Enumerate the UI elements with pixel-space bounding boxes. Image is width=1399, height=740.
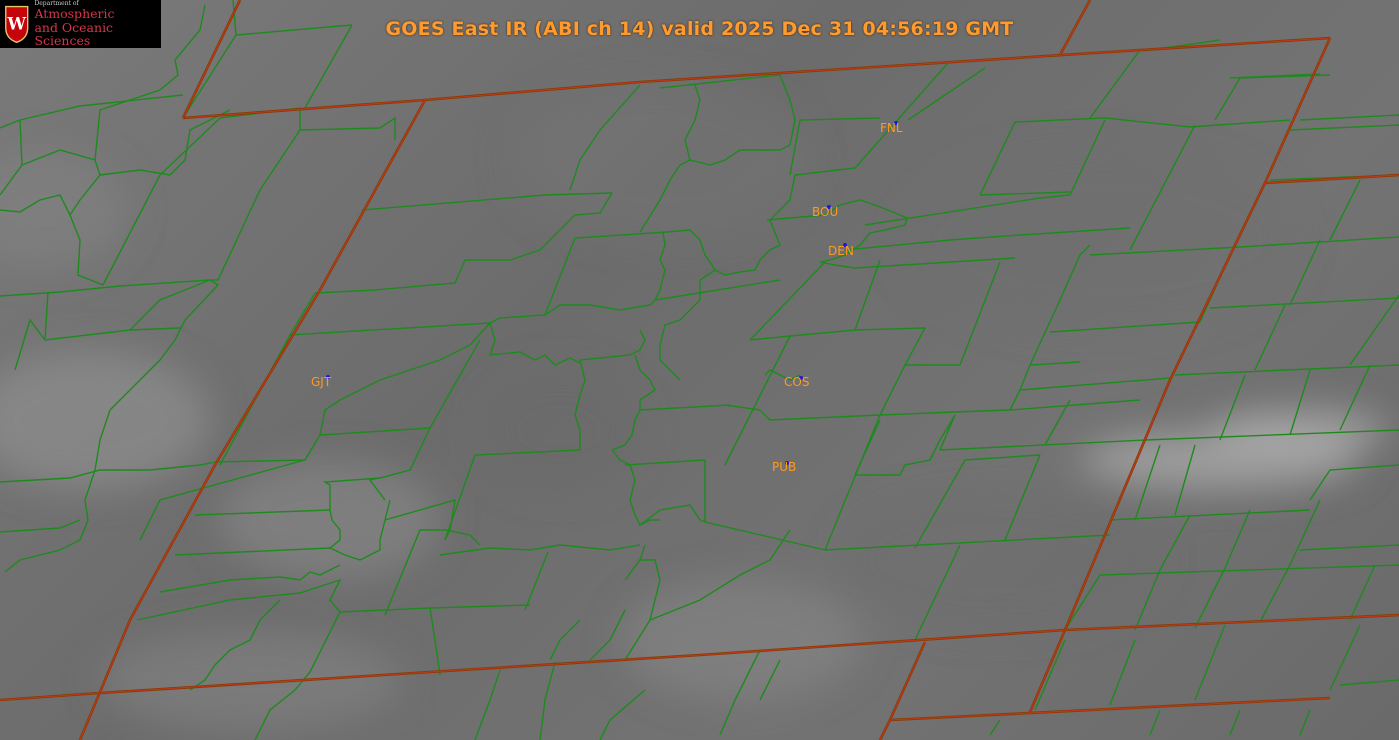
station-gjt[interactable]: GJT (311, 375, 332, 389)
station-cos-label: COS (784, 375, 809, 389)
station-bou-label: BOU (812, 205, 838, 219)
station-pub[interactable]: PUB (772, 460, 796, 474)
station-fnl[interactable]: FNL (880, 121, 903, 135)
station-cos[interactable]: COS (784, 375, 809, 389)
satellite-viewer: FNL BOU DEN GJT COS PUB GOES East IR (AB… (0, 0, 1399, 740)
logo-line-2: and Oceanic Sciences (34, 19, 114, 48)
station-fnl-label: FNL (880, 121, 903, 135)
map-canvas: FNL BOU DEN GJT COS PUB (0, 0, 1399, 740)
ir-imagery (0, 80, 1390, 730)
uw-crest-icon: W (5, 5, 29, 44)
station-den-label: DEN (828, 244, 854, 258)
station-pub-label: PUB (772, 460, 796, 474)
logo-line-1: Atmospheric (34, 6, 115, 22)
image-title: GOES East IR (ABI ch 14) valid 2025 Dec … (385, 18, 1014, 40)
station-bou[interactable]: BOU (812, 205, 838, 219)
logo-text: Department of Atmospheric and Oceanic Sc… (34, 0, 161, 48)
crest-letter: W (6, 14, 26, 33)
station-den[interactable]: DEN (828, 243, 854, 258)
station-gjt-label: GJT (311, 375, 332, 389)
aos-logo[interactable]: W Department of Atmospheric and Oceanic … (0, 0, 161, 48)
